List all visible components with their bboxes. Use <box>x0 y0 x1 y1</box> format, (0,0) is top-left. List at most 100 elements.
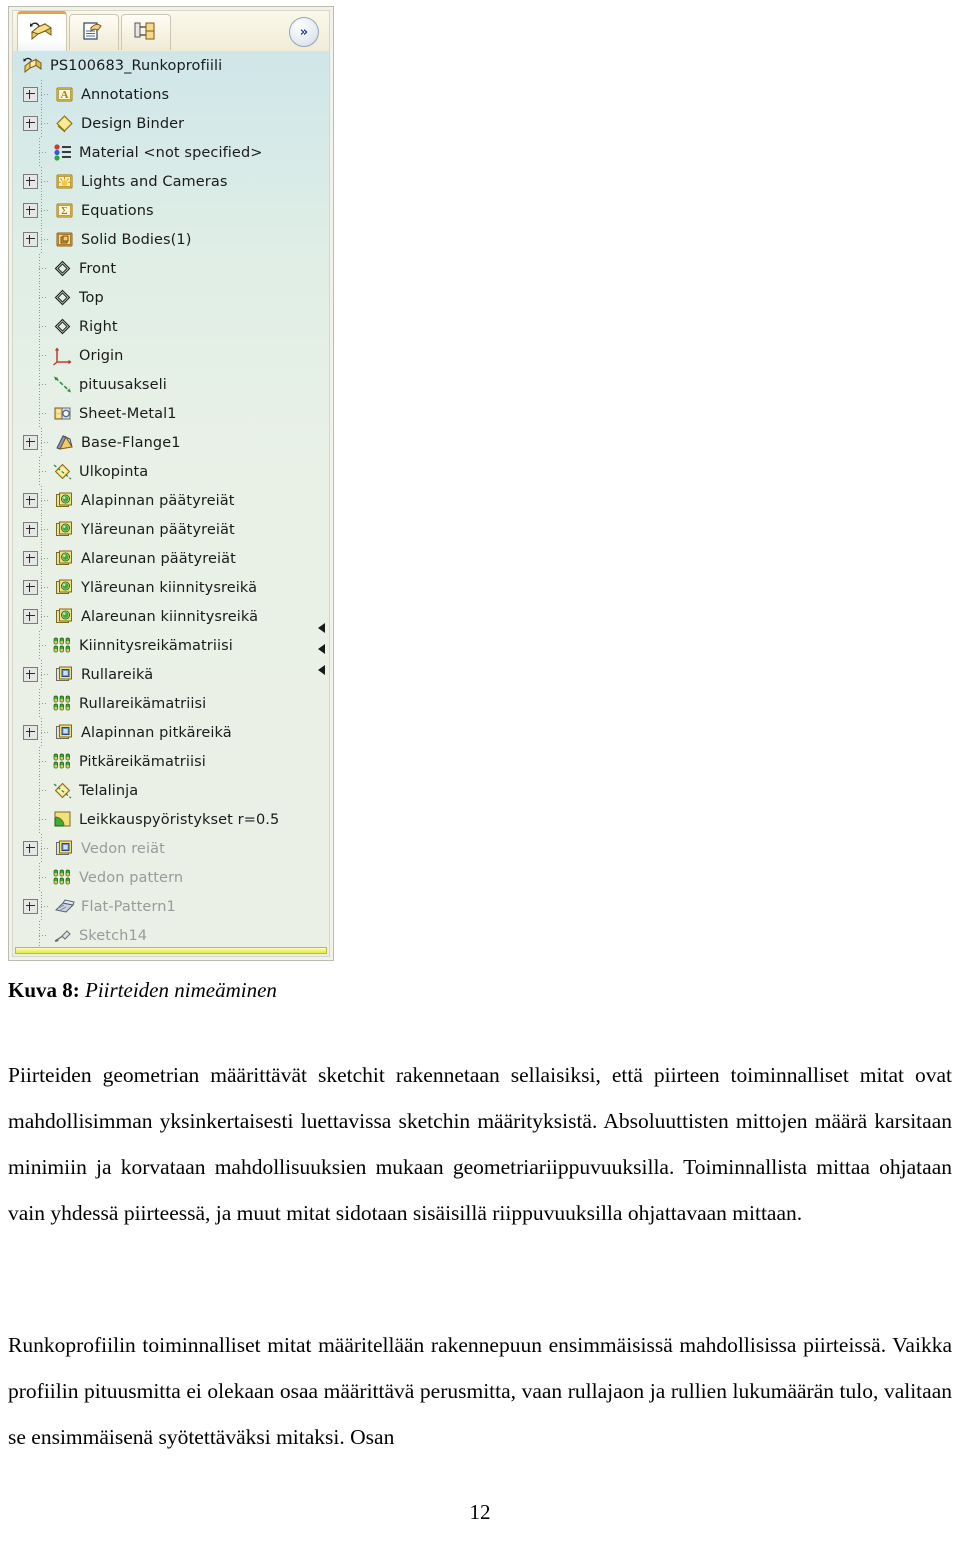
tree-item-top[interactable]: Top <box>13 283 329 312</box>
tree-item-label: Rullareikä <box>81 666 154 683</box>
expand-toggle[interactable] <box>23 609 38 624</box>
tree-connector <box>40 602 54 631</box>
expand-toggle[interactable] <box>23 203 38 218</box>
tree-item-yl-reunan-p-tyrei-t[interactable]: Yläreunan päätyreiät <box>13 515 329 544</box>
configuration-manager-tab[interactable] <box>121 14 171 50</box>
expand-toggle[interactable] <box>23 725 38 740</box>
tree-item-label: Flat-Pattern1 <box>81 898 176 915</box>
scroll-marks[interactable] <box>318 623 328 675</box>
scroll-mark[interactable] <box>318 644 325 654</box>
tree-item-label: Yläreunan päätyreiät <box>81 521 235 538</box>
sketch-icon <box>52 925 73 946</box>
expand-toggle[interactable] <box>23 116 38 131</box>
origin-icon <box>52 345 73 366</box>
linear-pattern-icon <box>52 693 73 714</box>
expand-toggle[interactable] <box>23 493 38 508</box>
tree-item-label: Kiinnitysreikämatriisi <box>79 637 233 654</box>
expand-toggle[interactable] <box>23 174 38 189</box>
tree-item-label: Equations <box>81 202 154 219</box>
tree-item-ulkopinta[interactable]: Ulkopinta <box>13 457 329 486</box>
property-manager-tab[interactable] <box>69 14 119 50</box>
tree-item-pituusakseli[interactable]: pituusakseli <box>13 370 329 399</box>
expand-toggle[interactable] <box>23 841 38 856</box>
tree-item-label: Design Binder <box>81 115 185 132</box>
tree-item-annotations[interactable]: A Annotations <box>13 80 329 109</box>
tree-item-lights-and-cameras[interactable]: Lights and Cameras <box>13 167 329 196</box>
tree-connector <box>38 921 52 950</box>
tree-item-label: PS100683_Runkoprofiili <box>50 57 223 74</box>
feature-manager-tab[interactable] <box>17 11 67 51</box>
part-icon <box>23 55 44 76</box>
propertymanager-icon <box>81 19 107 47</box>
tree-item-material-not-specified[interactable]: Material <not specified> <box>13 138 329 167</box>
reference-plane-icon <box>52 780 73 801</box>
tree-item-sheet-metal1[interactable]: Sheet-Metal1 <box>13 399 329 428</box>
expand-toggle[interactable] <box>23 580 38 595</box>
rollback-bar[interactable] <box>15 947 327 954</box>
tree-connector <box>38 457 52 486</box>
scroll-mark[interactable] <box>318 665 325 675</box>
expand-toggle[interactable] <box>23 899 38 914</box>
tree-item-base-flange1[interactable]: Base-Flange1 <box>13 428 329 457</box>
tree-item-origin[interactable]: Origin <box>13 341 329 370</box>
tree-item-flat-pattern1[interactable]: Flat-Pattern1 <box>13 892 329 921</box>
feature-manager-inner: » PS100683_Runkoprofiili A Annotations Desi… <box>12 10 330 957</box>
tree-item-vedon-rei-t[interactable]: Vedon reiät <box>13 834 329 863</box>
tree-item-alapinnan-p-tyrei-t[interactable]: Alapinnan päätyreiät <box>13 486 329 515</box>
tree-item-label: Yläreunan kiinnitysreikä <box>81 579 258 596</box>
tree-item-label: Alapinnan pitkäreikä <box>81 724 232 741</box>
expand-toggle[interactable] <box>23 522 38 537</box>
tree-item-rullareik[interactable]: Rullareikä <box>13 660 329 689</box>
tree-connector <box>40 167 54 196</box>
expand-toggle[interactable] <box>23 87 38 102</box>
tree-item-sketch14[interactable]: Sketch14 <box>13 921 329 950</box>
tree-connector <box>40 428 54 457</box>
tree-item-right[interactable]: Right <box>13 312 329 341</box>
tree-item-label: Leikkauspyöristykset r=0.5 <box>79 811 280 828</box>
tree-connector <box>38 138 52 167</box>
cut-extrude-icon <box>54 838 75 859</box>
tree-item-vedon-pattern[interactable]: Vedon pattern <box>13 863 329 892</box>
reference-plane-icon <box>52 461 73 482</box>
tree-connector <box>38 805 52 834</box>
flat-pattern-icon <box>54 896 75 917</box>
tree-item-yl-reunan-kiinnitysreik[interactable]: Yläreunan kiinnitysreikä <box>13 573 329 602</box>
scroll-mark[interactable] <box>318 623 325 633</box>
tree-item-equations[interactable]: Σ Equations <box>13 196 329 225</box>
expand-toggle[interactable] <box>23 435 38 450</box>
axis-icon <box>52 374 73 395</box>
tree-connector <box>38 341 52 370</box>
tree-item-ps100683-runkoprofiili[interactable]: PS100683_Runkoprofiili <box>13 51 329 80</box>
expand-toggle[interactable] <box>23 232 38 247</box>
plane-icon <box>52 258 73 279</box>
tree-connector <box>40 573 54 602</box>
tree-item-alareunan-p-tyrei-t[interactable]: Alareunan päätyreiät <box>13 544 329 573</box>
material-icon <box>52 142 73 163</box>
tree-item-label: Sketch14 <box>79 927 148 944</box>
tree-item-design-binder[interactable]: Design Binder <box>13 109 329 138</box>
tree-item-label: Rullareikämatriisi <box>79 695 207 712</box>
sheet-metal-icon <box>52 403 73 424</box>
tree-item-solid-bodies-1[interactable]: Solid Bodies(1) <box>13 225 329 254</box>
tree-item-pitk-reik-matriisi[interactable]: Pitkäreikämatriisi <box>13 747 329 776</box>
feature-tree[interactable]: PS100683_Runkoprofiili A Annotations Design… <box>13 51 329 956</box>
linear-pattern-icon <box>52 635 73 656</box>
expand-toggle[interactable] <box>23 551 38 566</box>
tree-item-alareunan-kiinnitysreik[interactable]: Alareunan kiinnitysreikä <box>13 602 329 631</box>
tree-connector <box>38 631 52 660</box>
figure-caption-prefix: Kuva 8: <box>8 978 80 1002</box>
cut-extrude-icon <box>54 664 75 685</box>
feature-manager-panel: » PS100683_Runkoprofiili A Annotations Desi… <box>8 6 334 961</box>
tree-item-front[interactable]: Front <box>13 254 329 283</box>
tree-item-label: Front <box>79 260 117 277</box>
tree-item-kiinnitysreik-matriisi[interactable]: Kiinnitysreikämatriisi <box>13 631 329 660</box>
expand-toggle[interactable] <box>23 667 38 682</box>
hole-feature-icon <box>54 548 75 569</box>
linear-pattern-icon <box>52 867 73 888</box>
tree-item-telalinja[interactable]: Telalinja <box>13 776 329 805</box>
expand-panel-button[interactable]: » <box>289 17 319 47</box>
tree-item-leikkauspy-ristykset-r-0-5[interactable]: Leikkauspyöristykset r=0.5 <box>13 805 329 834</box>
tree-item-alapinnan-pitk-reik[interactable]: Alapinnan pitkäreikä <box>13 718 329 747</box>
tree-item-rullareik-matriisi[interactable]: Rullareikämatriisi <box>13 689 329 718</box>
body-paragraph-1: Piirteiden geometrian määrittävät sketch… <box>8 1063 952 1225</box>
